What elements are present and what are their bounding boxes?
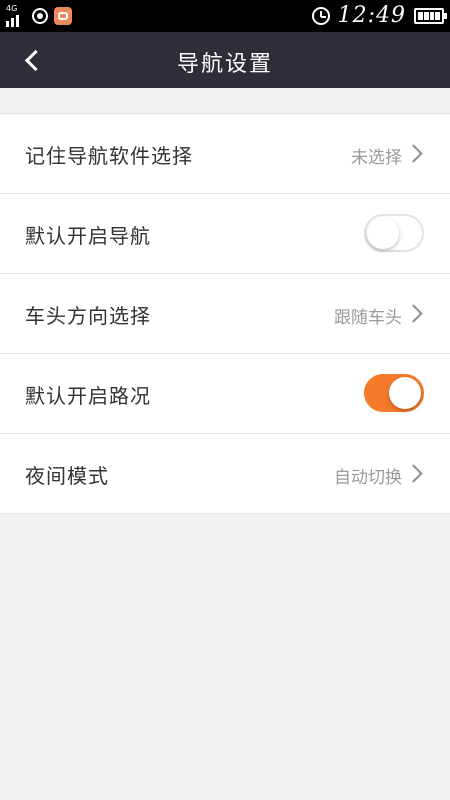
signal-bars <box>6 15 19 27</box>
toggle-knob <box>367 217 399 249</box>
battery-cell <box>418 12 423 20</box>
chevron-right-icon <box>404 464 423 483</box>
battery-cell <box>435 12 440 20</box>
chevron-right-icon <box>404 144 423 163</box>
alarm-icon <box>311 7 330 25</box>
chevron-right-icon <box>404 304 423 323</box>
signal-bar <box>6 21 9 27</box>
settings-list: 记住导航软件选择 未选择 默认开启导航 车头方向选择 跟随车头 默认开启路况 夜… <box>0 113 450 514</box>
setting-default-traffic: 默认开启路况 <box>0 354 450 434</box>
setting-label: 车头方向选择 <box>25 304 151 328</box>
setting-value: 未选择 <box>351 148 402 168</box>
nav-header: 导航设置 <box>0 32 450 88</box>
battery-icon <box>414 8 447 24</box>
battery-cell <box>429 12 435 20</box>
setting-night-mode[interactable]: 夜间模式 自动切换 <box>0 434 450 513</box>
app-notification-icon <box>54 7 72 25</box>
status-bar: 4G 12:49 <box>0 0 450 32</box>
setting-heading-direction[interactable]: 车头方向选择 跟随车头 <box>0 274 450 354</box>
setting-value: 自动切换 <box>334 468 402 488</box>
signal-icon: 4G <box>6 4 26 27</box>
screen: 4G 12:49 导航设置 记住导航软件选择 未选择 默认开启导航 车头方向选择… <box>0 0 450 800</box>
signal-bar <box>11 18 14 27</box>
setting-remember-nav-app[interactable]: 记住导航软件选择 未选择 <box>0 114 450 194</box>
signal-bar <box>16 15 19 27</box>
setting-label: 夜间模式 <box>25 464 109 488</box>
setting-value: 跟随车头 <box>334 308 402 328</box>
location-icon <box>32 8 48 24</box>
setting-label: 记住导航软件选择 <box>25 144 193 168</box>
setting-label: 默认开启导航 <box>25 224 151 248</box>
setting-default-navigation: 默认开启导航 <box>0 194 450 274</box>
status-right: 12:49 <box>311 3 447 28</box>
default-navigation-toggle[interactable] <box>364 214 424 252</box>
toggle-knob <box>389 377 421 409</box>
default-traffic-toggle[interactable] <box>364 374 424 412</box>
battery-cell <box>423 12 429 20</box>
page-title: 导航设置 <box>176 52 273 77</box>
status-time: 12:49 <box>337 3 406 28</box>
setting-label: 默认开启路况 <box>25 384 151 408</box>
network-label: 4G <box>6 4 18 13</box>
status-left: 4G <box>6 4 72 27</box>
